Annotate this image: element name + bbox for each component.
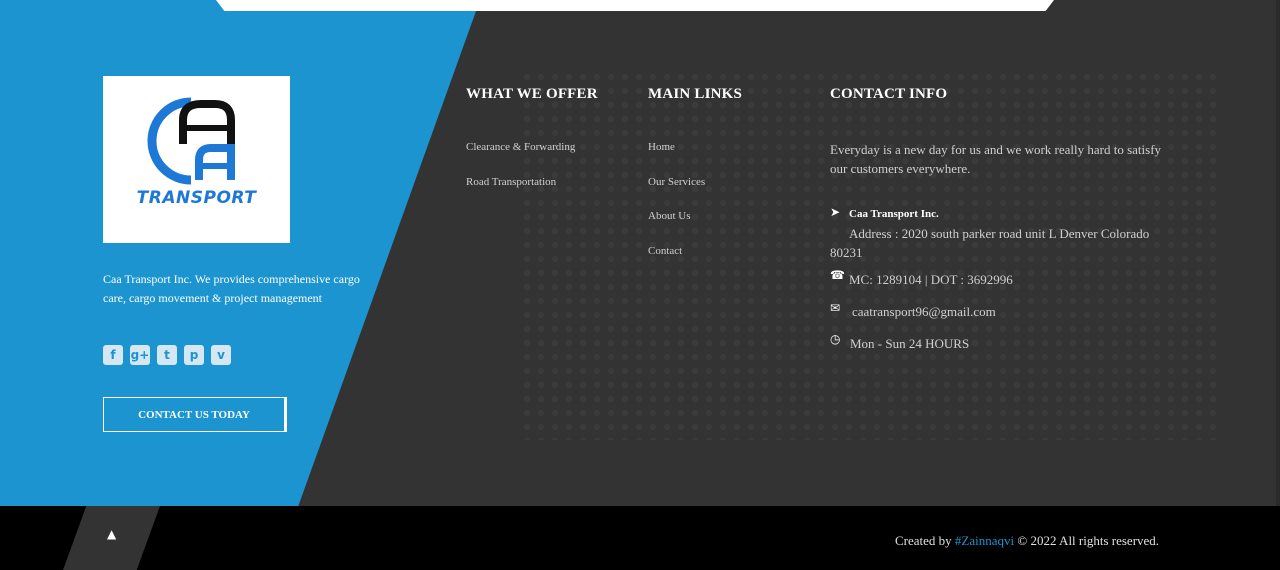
author-link[interactable]: #Zainnaqvi xyxy=(955,533,1014,548)
offer-heading: WHAT WE OFFER xyxy=(466,86,598,102)
envelope-icon: ✉ xyxy=(830,301,841,315)
clock-icon: ◷ xyxy=(830,332,841,346)
contact-heading: CONTACT INFO xyxy=(830,86,948,102)
main-links-heading: MAIN LINKS xyxy=(648,86,743,102)
top-content-edge xyxy=(216,0,1054,11)
logo-wordmark: TRANSPORT xyxy=(136,188,257,208)
pinterest-icon[interactable]: p xyxy=(184,345,204,365)
social-links: f g+ t p v xyxy=(103,345,231,365)
company-name: Caa Transport Inc. xyxy=(849,208,939,220)
chevron-up-icon[interactable]: ▲ xyxy=(107,527,116,541)
offer-link-clearance[interactable]: Clearance & Forwarding xyxy=(466,141,575,153)
phone-icon: ☎ xyxy=(830,268,845,282)
scrollbar-edge xyxy=(1276,0,1280,508)
nav-link-about[interactable]: About Us xyxy=(648,210,690,222)
copyright-text: Created by #Zainnaqvi © 2022 All rights … xyxy=(895,533,1159,549)
contact-us-button[interactable]: CONTACT US TODAY xyxy=(103,397,287,432)
site-footer: TRANSPORT Caa Transport Inc. We provides… xyxy=(0,0,1280,570)
rights-text: © 2022 All rights reserved. xyxy=(1017,533,1160,548)
logo-mark-icon xyxy=(147,97,235,185)
twitter-icon[interactable]: t xyxy=(157,345,177,365)
company-address: Address : 2020 south parker road unit L … xyxy=(830,226,1150,260)
nav-link-contact[interactable]: Contact xyxy=(648,245,682,257)
google-plus-icon[interactable]: g+ xyxy=(130,345,150,365)
business-hours: Mon - Sun 24 HOURS xyxy=(850,336,970,351)
created-by-label: Created by xyxy=(895,533,952,548)
nav-link-services[interactable]: Our Services xyxy=(648,176,705,188)
email-link[interactable]: caatransport96@gmail.com xyxy=(852,302,996,321)
offer-link-road[interactable]: Road Transportation xyxy=(466,176,556,188)
facebook-icon[interactable]: f xyxy=(103,345,123,365)
contact-intro: Everyday is a new day for us and we work… xyxy=(830,142,1162,176)
license-numbers: MC: 1289104 | DOT : 3692996 xyxy=(849,272,1013,287)
company-logo[interactable]: TRANSPORT xyxy=(103,76,290,243)
location-arrow-icon: ➤ xyxy=(830,205,841,219)
nav-link-home[interactable]: Home xyxy=(648,141,675,153)
vimeo-icon[interactable]: v xyxy=(211,345,231,365)
company-description: Caa Transport Inc. We provides comprehen… xyxy=(103,272,360,305)
